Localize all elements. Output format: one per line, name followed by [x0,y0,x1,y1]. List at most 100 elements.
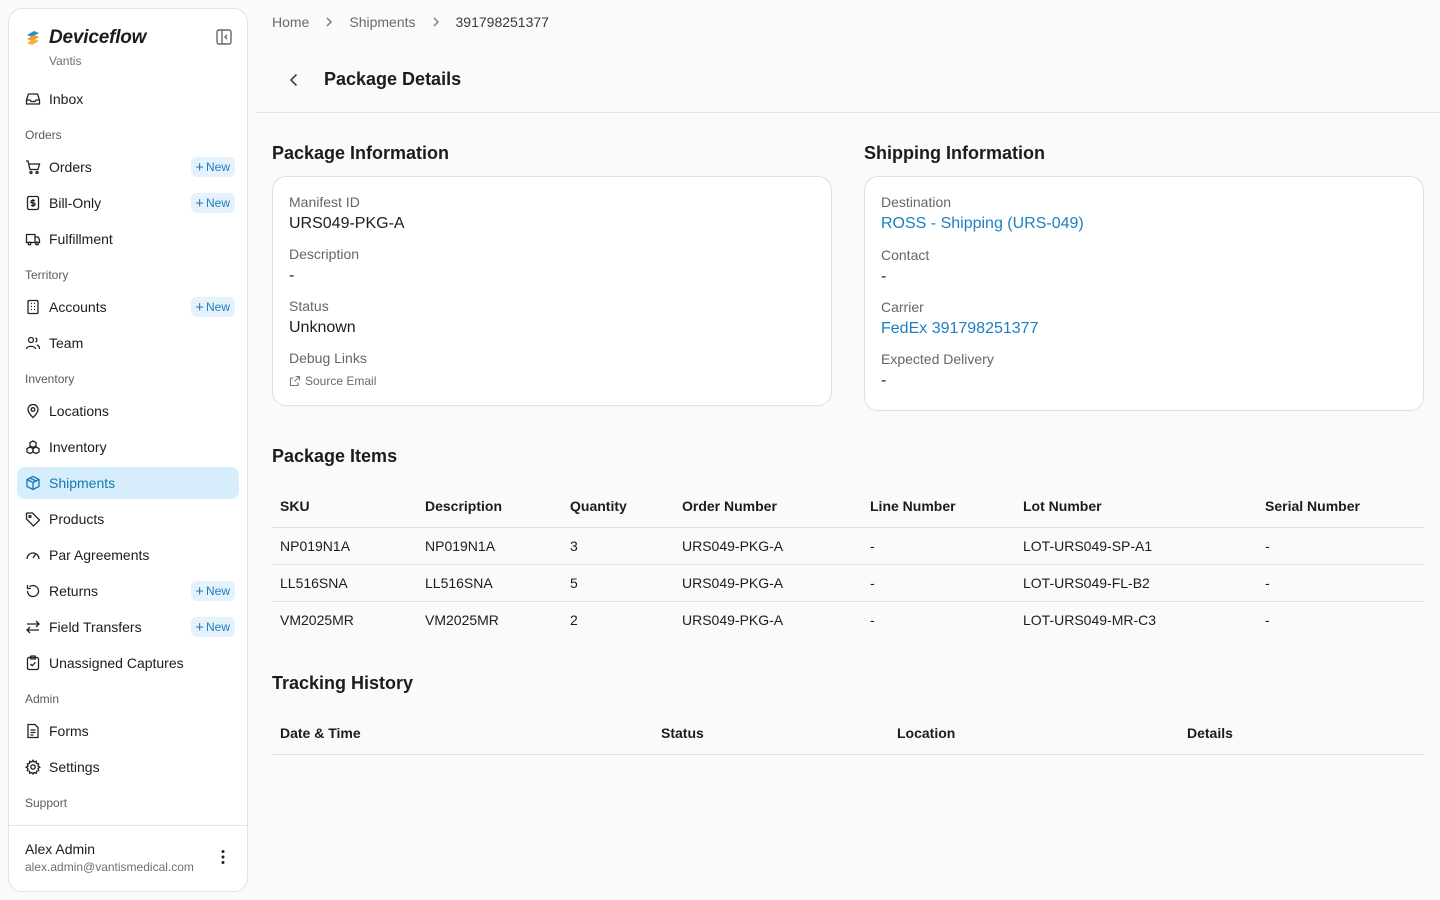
sidebar-item-returns[interactable]: Returns + New [17,575,239,607]
cell-line-number: - [862,564,1015,602]
sidebar-item-label: Fulfillment [49,231,113,247]
column-header-status: Status [653,712,889,755]
org-name: Vantis [49,54,82,68]
destination-link[interactable]: ROSS - Shipping (URS-049) [881,215,1084,233]
sidebar-item-label: Inbox [49,91,84,107]
cell-order-number: URS049-PKG-A [682,611,784,628]
column-header-serial-number: Serial Number [1257,485,1424,528]
new-field-transfer-button[interactable]: + New [191,617,235,637]
cell-order-number: URS049-PKG-A [674,564,862,602]
new-account-button[interactable]: + New [191,297,235,317]
new-bill-only-button[interactable]: + New [191,193,235,213]
source-email-link[interactable]: Source Email [289,374,376,388]
inbox-icon [25,93,41,105]
sidebar: Deviceflow Vantis Inbox Orders Orders + N… [8,8,248,892]
collapse-sidebar-icon[interactable] [215,28,233,46]
cell-description: LL516SNA [417,564,562,602]
clipboard-check-icon [26,655,40,671]
user-profile[interactable]: Alex Admin alex.admin@vantismedical.com [9,825,247,891]
chevron-right-icon [326,17,333,27]
more-vertical-icon[interactable] [214,848,232,866]
sidebar-item-label: Products [49,511,105,527]
external-link-icon [289,375,301,387]
sidebar-item-fulfillment[interactable]: Fulfillment [17,223,239,255]
cell-lot-number: LOT-URS049-SP-A1 [1015,527,1257,565]
sidebar-item-accounts[interactable]: Accounts + New [17,291,239,323]
brand[interactable]: Deviceflow [25,27,146,49]
sidebar-item-inbox[interactable]: Inbox [17,83,239,115]
user-email: alex.admin@vantismedical.com [25,860,194,874]
carrier-tracking-link[interactable]: FedEx 391798251377 [881,320,1038,338]
tracking-history-table: Date & Time Status Location Details [272,712,1424,755]
sidebar-item-shipments[interactable]: Shipments [17,467,239,499]
sidebar-item-orders[interactable]: Orders + New [17,151,239,183]
destination-label: Destination [881,194,952,210]
new-return-button[interactable]: + New [191,581,235,601]
new-label: New [205,584,230,598]
breadcrumb-current: 391798251377 [455,14,549,30]
sidebar-item-products[interactable]: Products [17,503,239,535]
sidebar-item-inventory[interactable]: Inventory [17,431,239,463]
sidebar-item-label: Team [49,335,84,351]
nav-section-support: Support [25,796,68,810]
sidebar-item-label: Returns [49,583,99,599]
cell-serial-number: - [1265,611,1270,628]
sidebar-item-par-agreements[interactable]: Par Agreements [17,539,239,571]
boxes-icon [26,440,40,455]
cell-sku: LL516SNA [272,564,417,602]
table-row: NP019N1A NP019N1A 3 URS049-PKG-A - LOT-U… [272,527,1424,565]
sidebar-nav: Inbox Orders Orders + New Bill-Only + New … [17,83,239,819]
gauge-icon [26,552,40,560]
chevron-right-icon [433,17,439,27]
truck-icon [25,233,41,246]
sidebar-item-label: Unassigned Captures [49,655,184,671]
sidebar-item-label: Forms [49,723,89,739]
nav-section-inventory: Inventory [25,372,75,386]
cell-sku: VM2025MR [280,611,354,628]
sidebar-item-label: Accounts [49,299,107,315]
sidebar-item-forms[interactable]: Forms [17,715,239,747]
sidebar-item-locations[interactable]: Locations [17,395,239,427]
sidebar-item-settings[interactable]: Settings [17,751,239,783]
brand-name: Deviceflow [49,27,147,48]
package-icon [26,475,40,491]
cart-icon [26,160,41,175]
cell-description: VM2025MR [425,611,499,628]
cell-lot-number: LOT-URS049-MR-C3 [1023,611,1157,628]
tracking-history-title: Tracking History [272,673,414,693]
column-header-description: Description [417,485,562,528]
tag-icon [25,512,41,527]
source-email-label: Source Email [305,374,377,388]
description-value: - [289,267,295,284]
table-row: LL516SNA LL516SNA 5 URS049-PKG-A - LOT-U… [272,564,1424,602]
sidebar-item-unassigned-captures[interactable]: Unassigned Captures [17,647,239,679]
user-name: Alex Admin [25,841,96,857]
breadcrumb-home[interactable]: Home [272,14,309,30]
package-items-table: SKU Description Quantity Order Number Li… [272,485,1424,638]
nav-section-territory: Territory [25,268,69,282]
sidebar-item-team[interactable]: Team [17,327,239,359]
sidebar-item-bill-only[interactable]: Bill-Only + New [17,187,239,219]
status-value: Unknown [289,319,356,336]
back-arrow-icon[interactable] [284,70,304,90]
sidebar-item-field-transfers[interactable]: Field Transfers + New [17,611,239,643]
column-header-order-number: Order Number [674,485,862,528]
map-pin-icon [27,403,39,419]
cell-description: NP019N1A [417,527,562,565]
arrows-left-right-icon [26,620,40,634]
new-label: New [205,160,230,174]
breadcrumb-shipments[interactable]: Shipments [349,14,415,30]
new-order-button[interactable]: + New [191,157,235,177]
shipping-information-card: Destination ROSS - Shipping (URS-049) Co… [864,176,1424,411]
cell-lot-number: LOT-URS049-FL-B2 [1015,564,1257,602]
page-header: Package Details [256,56,1440,113]
package-information-card: Manifest ID URS049-PKG-A Description - S… [272,176,832,406]
breadcrumb: Home Shipments 391798251377 [272,14,549,30]
column-header-quantity: Quantity [562,485,674,528]
invoice-dollar-icon [26,195,40,211]
shipping-information-title: Shipping Information [864,143,1045,163]
cell-quantity: 3 [562,527,674,565]
expected-delivery-value: - [881,372,887,389]
contact-value: - [881,268,887,285]
gear-icon [25,759,41,775]
